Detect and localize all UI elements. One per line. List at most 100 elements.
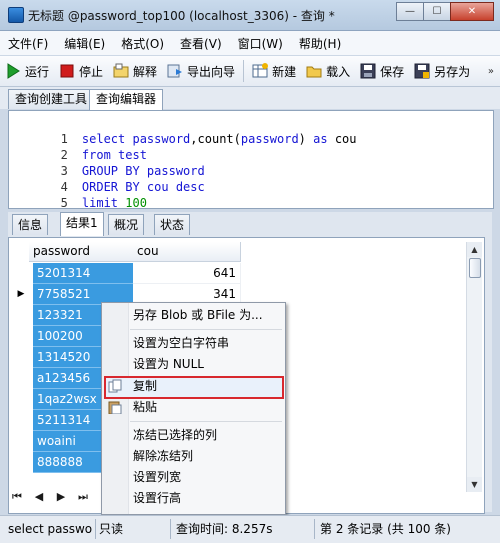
- code-token: as: [305, 132, 335, 146]
- save-as-button[interactable]: 另存为: [409, 59, 475, 83]
- current-row-marker-icon: ▶: [17, 289, 25, 299]
- tab-status[interactable]: 状态: [154, 214, 191, 235]
- paste-icon: [108, 400, 122, 415]
- menu-view[interactable]: 查看(V): [172, 35, 230, 52]
- menu-freeze-columns[interactable]: 冻结已选择的列: [133, 425, 217, 445]
- toolbar-divider: [243, 60, 245, 82]
- context-menu: 另存 Blob 或 BFile 为... 设置为空白字符串 设置为 NULL 复…: [101, 302, 286, 515]
- save-button[interactable]: 保存: [355, 59, 409, 83]
- scroll-down-arrow-icon[interactable]: ▼: [467, 477, 482, 492]
- vertical-scrollbar[interactable]: ▲ ▼: [466, 242, 482, 492]
- status-mode: 只读: [99, 522, 124, 536]
- cell-cou[interactable]: 641: [133, 263, 241, 284]
- menu-copy[interactable]: 复制: [133, 376, 157, 396]
- previous-record-icon[interactable]: ◀: [32, 490, 46, 504]
- cell-password[interactable]: 5201314: [33, 263, 133, 284]
- explain-icon: [113, 63, 129, 79]
- code-token: count: [197, 132, 234, 146]
- status-record: 第 2 条记录 (共 100 条): [320, 522, 451, 536]
- menu-set-null[interactable]: 设置为 NULL: [133, 354, 204, 374]
- toolbar-overflow-icon[interactable]: »: [488, 66, 500, 77]
- save-icon: [360, 63, 376, 79]
- status-bar: select password,count(password) as cou 只…: [0, 515, 500, 543]
- explain-label: 解释: [133, 64, 158, 79]
- menu-help[interactable]: 帮助(H): [291, 35, 349, 52]
- save-label: 保存: [380, 64, 405, 79]
- status-divider: [170, 519, 171, 539]
- menu-window[interactable]: 窗口(W): [230, 35, 291, 52]
- load-button[interactable]: 载入: [301, 59, 355, 83]
- menu-format[interactable]: 格式(O): [113, 35, 172, 52]
- status-sql: select password,count(password) as cou: [8, 522, 92, 536]
- column-header-password[interactable]: password: [29, 242, 134, 262]
- scroll-up-arrow-icon[interactable]: ▲: [467, 242, 482, 257]
- close-button[interactable]: ✕: [450, 2, 494, 21]
- explain-button[interactable]: 解释: [108, 59, 162, 83]
- new-button[interactable]: 新建: [247, 59, 301, 83]
- code-token: ): [298, 132, 306, 146]
- tab-overview[interactable]: 概况: [108, 214, 145, 235]
- scroll-thumb[interactable]: [469, 258, 481, 278]
- maximize-button[interactable]: ☐: [423, 2, 451, 21]
- menu-separator: [130, 421, 282, 422]
- code-line: 1 select password,count(password) as cou: [9, 115, 357, 146]
- menu-set-empty-string[interactable]: 设置为空白字符串: [133, 333, 229, 353]
- last-record-icon[interactable]: ⏭: [76, 490, 90, 504]
- code-token: ,: [190, 132, 198, 146]
- status-divider: [95, 519, 96, 539]
- menu-edit[interactable]: 编辑(E): [56, 35, 113, 52]
- stop-label: 停止: [79, 64, 104, 79]
- navicat-app-icon: [8, 7, 24, 23]
- code-line: 4 ORDER BY cou desc: [9, 163, 205, 194]
- export-label: 导出向导: [187, 64, 236, 79]
- status-query-time: 查询时间: 8.257s: [176, 522, 273, 536]
- run-label: 运行: [25, 64, 50, 79]
- folder-icon: [306, 63, 322, 79]
- code-token: limit: [81, 196, 126, 210]
- export-wizard-button[interactable]: 导出向导: [162, 59, 240, 83]
- run-button[interactable]: 运行: [0, 59, 54, 83]
- minimize-button[interactable]: —: [396, 2, 424, 21]
- sql-editor[interactable]: 1 select password,count(password) as cou …: [8, 110, 494, 210]
- tab-result1[interactable]: 结果1: [60, 212, 104, 236]
- code-token: cou: [334, 132, 357, 146]
- load-label: 载入: [326, 64, 351, 79]
- record-navigation: ⏮ ◀ ▶ ⏭: [10, 490, 90, 504]
- code-token: password: [240, 132, 299, 146]
- menu-paste[interactable]: 粘贴: [133, 397, 157, 417]
- window-controls: — ☐ ✕: [396, 2, 494, 21]
- code-line: 3 GROUP BY password: [9, 147, 205, 178]
- title-bar: 无标题 @password_top100 (localhost_3306) - …: [0, 0, 500, 31]
- tab-info[interactable]: 信息: [12, 214, 49, 235]
- stop-icon: [59, 63, 75, 79]
- query-tabs: 查询创建工具 查询编辑器: [0, 87, 500, 110]
- menu-unfreeze-columns[interactable]: 解除冻结列: [133, 446, 193, 466]
- tab-query-editor[interactable]: 查询编辑器: [89, 89, 164, 110]
- play-icon: [5, 63, 21, 79]
- save-as-label: 另存为: [434, 64, 471, 79]
- code-token: (: [233, 132, 241, 146]
- menu-separator: [130, 329, 282, 330]
- export-icon: [167, 63, 183, 79]
- menu-set-column-width[interactable]: 设置列宽: [133, 467, 181, 487]
- code-line: 2 from test: [9, 131, 147, 162]
- stop-button[interactable]: 停止: [54, 59, 108, 83]
- first-record-icon[interactable]: ⏮: [10, 490, 24, 504]
- next-record-icon[interactable]: ▶: [54, 490, 68, 504]
- code-line: 5 limit 100: [9, 179, 147, 210]
- menu-bar: 文件(F) 编辑(E) 格式(O) 查看(V) 窗口(W) 帮助(H): [0, 31, 500, 55]
- window-title: 无标题 @password_top100 (localhost_3306) - …: [28, 9, 335, 23]
- new-label: 新建: [272, 64, 297, 79]
- copy-highlight: [104, 376, 284, 399]
- column-header-cou[interactable]: cou: [133, 242, 241, 262]
- copy-icon: [108, 379, 122, 393]
- menu-save-blob[interactable]: 另存 Blob 或 BFile 为...: [133, 305, 263, 325]
- code-token: 100: [125, 196, 147, 210]
- tab-query-builder[interactable]: 查询创建工具: [8, 89, 95, 109]
- menu-set-row-height[interactable]: 设置行高: [133, 488, 181, 508]
- save-as-icon: [414, 63, 430, 79]
- new-table-icon: [252, 63, 269, 79]
- toolbar: 运行 停止 解释 导出向导 新建 载入 保存 另存为 »: [0, 56, 500, 87]
- menu-file[interactable]: 文件(F): [0, 35, 56, 52]
- status-divider: [314, 519, 315, 539]
